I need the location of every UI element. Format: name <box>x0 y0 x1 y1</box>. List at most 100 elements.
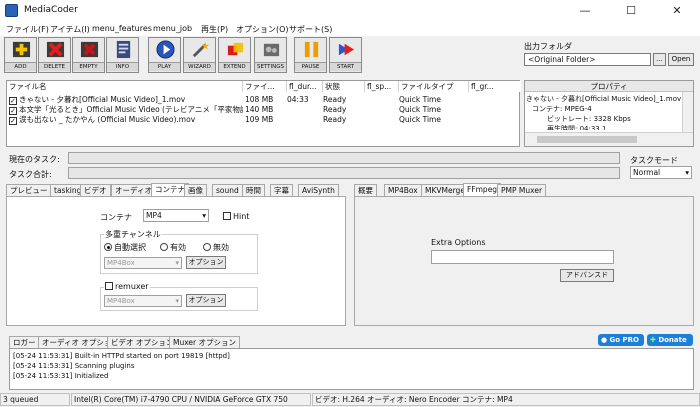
browse-button[interactable]: ... <box>653 53 666 66</box>
chevron-down-icon: ▾ <box>685 168 689 177</box>
wizard-button[interactable]: WIZARD <box>183 37 216 73</box>
window-title: MediaCoder <box>24 5 78 15</box>
table-row[interactable]: ✓ 本文学「光るとき」Official Music Video (テレビアニメ「平… <box>9 105 519 115</box>
tab-mkvmerge[interactable]: MKVMerge <box>421 184 469 196</box>
column-duration[interactable]: fl_dur... <box>287 81 323 92</box>
ffmpeg-panel: Extra Options アドバンスド <box>354 196 694 326</box>
menu-item[interactable]: アイテム(I) <box>50 24 90 35</box>
chevron-down-icon: ▾ <box>202 211 206 220</box>
column-group[interactable]: fl_gr... <box>469 81 521 92</box>
menu-options[interactable]: オプション(O) <box>236 24 289 35</box>
muxer-select[interactable]: MP4Box ▾ <box>104 257 182 269</box>
container-select[interactable]: MP4 ▾ <box>143 209 209 222</box>
menu-job[interactable]: menu_job <box>153 24 192 33</box>
extra-options-input[interactable] <box>431 250 614 264</box>
container-value: MP4 <box>146 211 162 220</box>
go-pro-button[interactable]: ● Go PRO <box>598 334 644 346</box>
file-type: Quick Time <box>399 95 441 104</box>
hint-checkbox[interactable] <box>223 212 231 220</box>
properties-hscrollbar[interactable] <box>525 132 693 146</box>
tab-preview[interactable]: プレビュー <box>6 184 52 196</box>
go-pro-icon: ● <box>601 336 608 344</box>
extend-icon <box>227 42 244 56</box>
app-logo-icon <box>5 4 18 17</box>
file-type: Quick Time <box>399 105 441 114</box>
task-mode-select[interactable]: Normal ▾ <box>630 166 692 179</box>
maximize-button[interactable]: ☐ <box>608 0 654 22</box>
pause-button[interactable]: PAUSE <box>294 37 327 73</box>
menu-file[interactable]: ファイル(F) <box>6 24 49 35</box>
tab-muxer-options[interactable]: Muxer オプション <box>169 336 241 348</box>
tab-overview[interactable]: 概要 <box>354 184 377 196</box>
extend-button[interactable]: EXTEND <box>218 37 251 73</box>
settings-label: SETTINGS <box>255 62 286 71</box>
info-button[interactable]: INFO <box>106 37 139 73</box>
menu-play[interactable]: 再生(P) <box>201 24 228 35</box>
menu-features[interactable]: menu_features <box>92 24 152 33</box>
donate-button[interactable]: ✚ Donate <box>647 334 693 346</box>
delete-icon <box>46 41 65 58</box>
tab-sound[interactable]: sound <box>212 184 243 196</box>
mux-group-label: 多重チャンネル <box>104 229 162 240</box>
donate-label: Donate <box>658 336 687 344</box>
remuxer-option-button[interactable]: オプション <box>186 294 226 307</box>
file-name: きゃない - 夕暮れ[Official Music Video]_1.mov <box>19 95 186 104</box>
remuxer-label: remuxer <box>115 282 149 291</box>
advanced-button[interactable]: アドバンスド <box>560 269 614 282</box>
tab-time[interactable]: 時間 <box>242 184 265 196</box>
column-filename[interactable]: ファイル名 <box>7 81 243 92</box>
table-row[interactable]: ✓ 涙も出ない _ たかやん (Official Music Video).mov… <box>9 115 519 125</box>
table-row[interactable]: ✓ きゃない - 夕暮れ[Official Music Video]_1.mov … <box>9 95 519 105</box>
menu-support[interactable]: サポート(S) <box>289 24 332 35</box>
open-folder-button[interactable]: Open <box>668 53 694 66</box>
radio-enable[interactable] <box>160 243 168 251</box>
column-state[interactable]: 状態 <box>323 81 365 92</box>
go-pro-label: Go PRO <box>609 336 640 344</box>
file-list[interactable]: ファイル名 ファイ... fl_dur... 状態 fl_sp... ファイルタ… <box>6 80 521 147</box>
tab-video-options[interactable]: ビデオ オプション <box>107 336 178 348</box>
minimize-button[interactable]: — <box>562 0 608 22</box>
column-filetype[interactable]: ファイルタイプ <box>399 81 469 92</box>
delete-button[interactable]: DELETE <box>38 37 71 73</box>
play-button[interactable]: PLAY <box>148 37 181 73</box>
tab-mp4box[interactable]: MP4Box <box>384 184 422 196</box>
tab-video[interactable]: ビデオ <box>80 184 111 196</box>
row-checkbox[interactable]: ✓ <box>9 107 17 115</box>
muxer-value: MP4Box <box>107 259 135 267</box>
column-speed[interactable]: fl_sp... <box>365 81 399 92</box>
add-button[interactable]: ADD <box>4 37 37 73</box>
file-state: Ready <box>323 115 347 124</box>
settings-button[interactable]: SETTINGS <box>254 37 287 73</box>
empty-button[interactable]: EMPTY <box>72 37 105 73</box>
row-checkbox[interactable]: ✓ <box>9 117 17 125</box>
tab-logger[interactable]: ロガー <box>9 336 40 348</box>
add-icon <box>12 41 31 58</box>
file-name: 涙も出ない _ たかやん (Official Music Video).mov <box>19 115 196 124</box>
tab-pmp-muxer[interactable]: PMP Muxer <box>497 184 547 196</box>
radio-auto[interactable] <box>104 243 112 251</box>
log-line: [05-24 11:53:31] Scanning plugins <box>13 362 135 370</box>
remuxer-select[interactable]: MP4Box ▾ <box>104 295 182 307</box>
remuxer-checkbox[interactable] <box>105 282 113 290</box>
close-button[interactable]: ✕ <box>654 0 700 22</box>
output-folder-input[interactable]: <Original Folder> <box>524 53 651 66</box>
properties-scrollbar[interactable] <box>682 92 693 132</box>
tab-ffmpeg[interactable]: FFmpeg <box>463 183 502 196</box>
chevron-down-icon: ▾ <box>175 259 179 267</box>
muxer-option-button[interactable]: オプション <box>186 256 226 269</box>
status-codec: ビデオ: H.264 オーディオ: Nero Encoder コンテナ: MP4 <box>312 393 700 406</box>
start-button[interactable]: START <box>329 37 362 73</box>
hint-label: Hint <box>233 212 250 221</box>
pause-label: PAUSE <box>295 62 326 71</box>
tab-image[interactable]: 画像 <box>184 184 207 196</box>
property-container: コンテナ: MPEG-4 <box>532 105 592 113</box>
tab-audio[interactable]: オーディオ <box>111 184 156 196</box>
radio-disable[interactable] <box>203 243 211 251</box>
tab-avisynth[interactable]: AviSynth <box>298 184 339 196</box>
radio-disable-label: 無効 <box>213 243 229 252</box>
start-label: START <box>330 62 361 71</box>
extra-options-label: Extra Options <box>431 238 486 247</box>
column-size[interactable]: ファイ... <box>243 81 287 92</box>
tab-subtitle[interactable]: 字幕 <box>270 184 293 196</box>
row-checkbox[interactable]: ✓ <box>9 97 17 105</box>
